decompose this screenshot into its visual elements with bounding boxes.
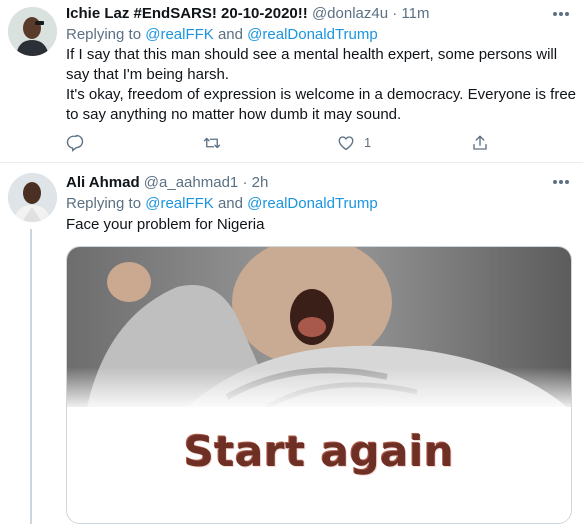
retweet-icon bbox=[203, 137, 221, 149]
share-icon bbox=[473, 135, 487, 150]
replying-to: Replying to @realFFK and @realDonaldTrum… bbox=[66, 25, 378, 45]
avatar[interactable] bbox=[8, 173, 57, 222]
avatar-image bbox=[8, 173, 57, 222]
tweet-text: If I say that this man should see a ment… bbox=[66, 45, 576, 125]
user-handle[interactable]: @donlaz4u bbox=[312, 5, 388, 22]
tweet-header: Ali Ahmad @a_aahmad1 · 2h bbox=[66, 172, 268, 194]
tweet-ichie-laz[interactable]: Ichie Laz #EndSARS! 20-10-2020!! @donlaz… bbox=[0, 0, 583, 163]
tweet-text-line: to say anything no matter how dumb it ma… bbox=[66, 106, 402, 123]
mention-joiner: and bbox=[217, 26, 243, 43]
separator-dot: · bbox=[392, 5, 398, 22]
replying-to-label: Replying to bbox=[66, 26, 142, 43]
avatar[interactable] bbox=[8, 7, 57, 56]
display-name[interactable]: Ali Ahmad bbox=[66, 174, 140, 191]
mention-realffk[interactable]: @realFFK bbox=[145, 195, 214, 212]
meme-caption: Start again bbox=[183, 427, 455, 476]
user-handle[interactable]: @a_aahmad1 bbox=[144, 174, 238, 191]
mention-realdonaldtrump[interactable]: @realDonaldTrump bbox=[247, 26, 378, 43]
mention-joiner: and bbox=[217, 195, 243, 212]
mention-realdonaldtrump[interactable]: @realDonaldTrump bbox=[247, 195, 378, 212]
tweet-header: Ichie Laz #EndSARS! 20-10-2020!! @donlaz… bbox=[66, 3, 429, 25]
meme-photo bbox=[67, 247, 571, 523]
timestamp[interactable]: 2h bbox=[252, 174, 269, 191]
tweet-text-line: Face your problem for Nigeria bbox=[66, 216, 265, 233]
like-count: 1 bbox=[364, 135, 372, 150]
separator-dot: · bbox=[242, 174, 248, 191]
tweet-media-image[interactable]: Start again bbox=[66, 246, 572, 524]
like-icon bbox=[338, 136, 354, 151]
reply-icon bbox=[66, 134, 84, 152]
tweet-text: Face your problem for Nigeria bbox=[66, 215, 576, 235]
tweet-actions: 1 bbox=[66, 132, 496, 154]
avatar-image bbox=[8, 7, 57, 56]
mention-realffk[interactable]: @realFFK bbox=[145, 26, 214, 43]
tweet-text-line: It's okay, freedom of expression is welc… bbox=[66, 86, 577, 103]
tweet-ali-ahmad[interactable]: Ali Ahmad @a_aahmad1 · 2h Replying to @r… bbox=[0, 163, 583, 524]
thread-line bbox=[30, 229, 32, 524]
more-options-icon[interactable] bbox=[551, 7, 571, 21]
replying-to-label: Replying to bbox=[66, 195, 142, 212]
tweet-text-line: If I say that this man should see a ment… bbox=[66, 46, 558, 63]
display-name[interactable]: Ichie Laz #EndSARS! 20-10-2020!! bbox=[66, 5, 308, 22]
tweet-text-line: say that I'm being harsh. bbox=[66, 66, 229, 83]
timestamp[interactable]: 11m bbox=[401, 5, 429, 22]
replying-to: Replying to @realFFK and @realDonaldTrum… bbox=[66, 194, 378, 214]
more-options-icon[interactable] bbox=[551, 175, 571, 189]
